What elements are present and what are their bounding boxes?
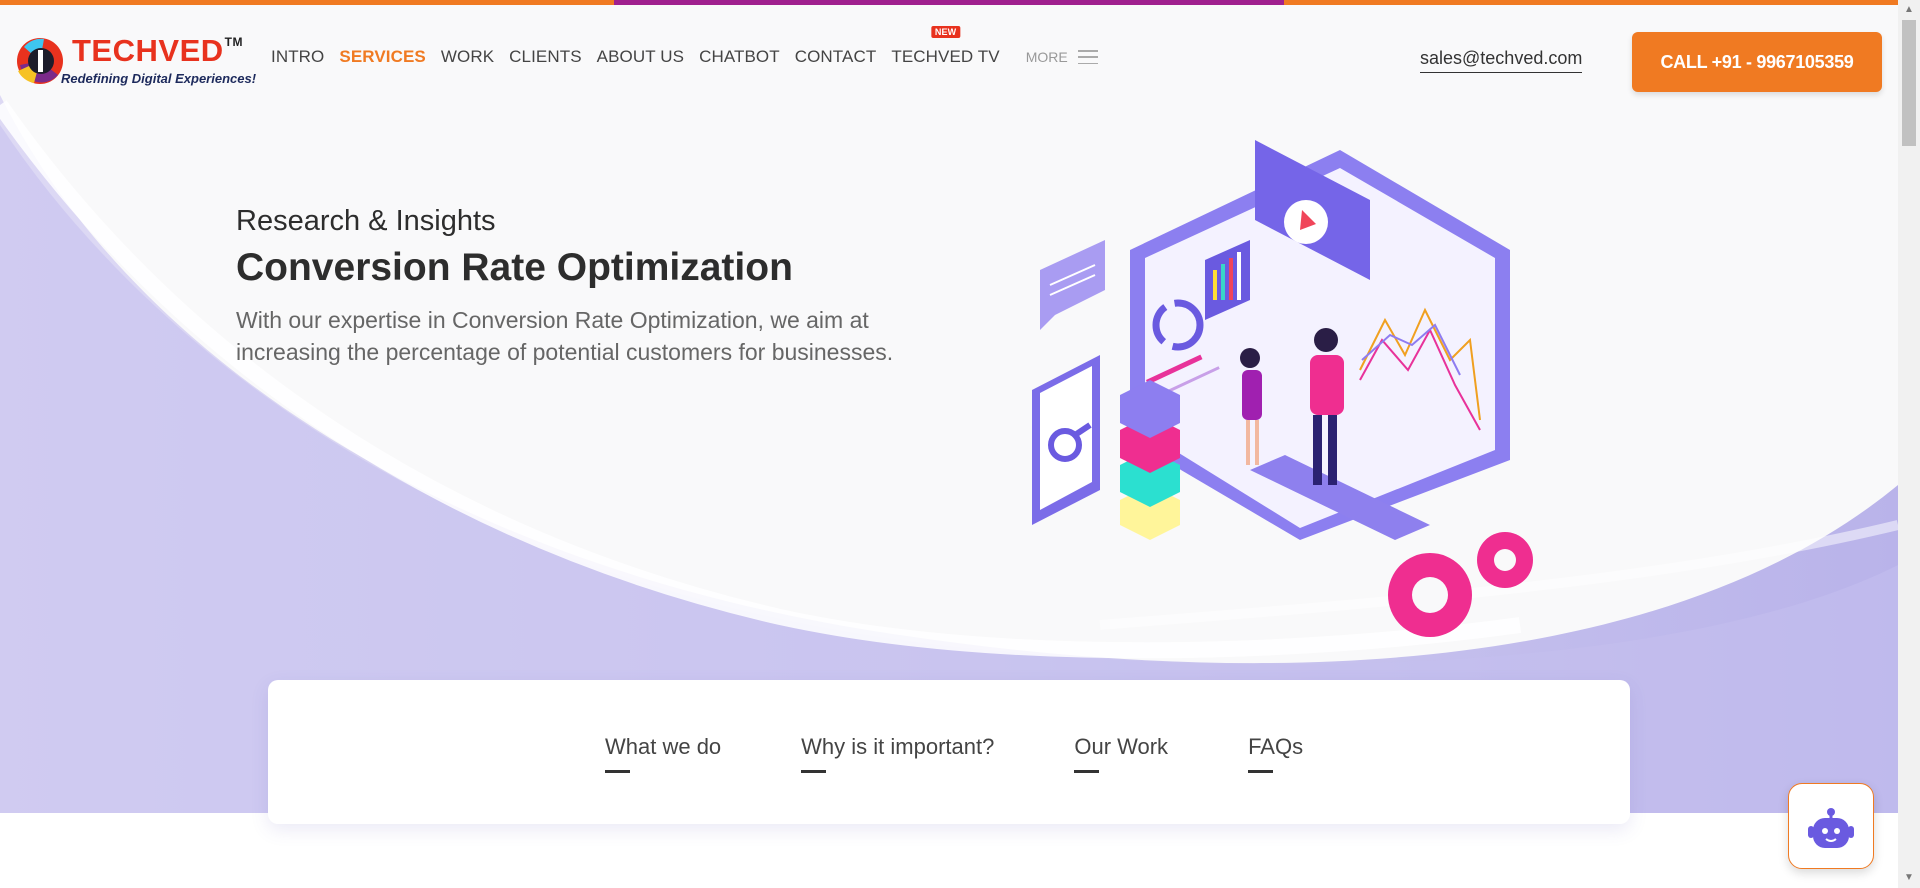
chatbot-icon — [1808, 808, 1854, 848]
scrollbar-thumb[interactable] — [1902, 20, 1916, 146]
menu-item-label: CONTACT — [794, 47, 877, 66]
cro-illustration — [1032, 140, 1533, 637]
menu-item-label: SERVICES — [339, 47, 426, 66]
hero-description: With our expertise in Conversion Rate Op… — [236, 307, 894, 365]
menu-item-services[interactable]: SERVICES — [339, 47, 425, 67]
tab-faqs[interactable]: FAQs — [1248, 734, 1303, 773]
new-badge: NEW — [930, 26, 961, 38]
more-menu-button[interactable]: MORE — [1026, 49, 1098, 65]
menu-item-about-us[interactable]: ABOUT US — [597, 47, 684, 67]
menu-item-intro[interactable]: INTRO — [271, 47, 324, 67]
site-header: TECHVEDTM Redefining Digital Experiences… — [0, 5, 1898, 105]
tab-why-is-it-important[interactable]: Why is it important? — [801, 734, 994, 773]
call-button[interactable]: CALL +91 - 9967105359 — [1632, 32, 1882, 92]
logo-brand-text: TECHVEDTM — [72, 33, 243, 68]
hero-text: Research & Insights Conversion Rate Opti… — [236, 205, 966, 368]
logo-tagline: Redefining Digital Experiences! — [61, 71, 257, 86]
main-menu: INTRO SERVICES WORK CLIENTS ABOUT US CHATBOT C… — [271, 26, 1098, 67]
hero-subtitle: Research & Insights — [236, 205, 496, 237]
more-label: MORE — [1025, 49, 1068, 65]
section-tabs: What we do Why is it important? Our Work FA… — [605, 734, 1383, 773]
menu-item-techved-tv[interactable]: TECHVED TV NEW — [891, 26, 1000, 67]
page-scrollbar[interactable]: ▲ ▼ — [1898, 0, 1920, 888]
menu-item-label: INTRO — [271, 47, 325, 66]
scroll-down-icon[interactable]: ▼ — [1898, 868, 1920, 888]
menu-item-contact[interactable]: CONTACT — [795, 47, 877, 67]
email-link[interactable]: sales@techved.com — [1420, 48, 1583, 73]
tab-what-we-do[interactable]: What we do — [605, 734, 721, 773]
tab-our-work[interactable]: Our Work — [1074, 734, 1168, 773]
section-tabs-card: What we do Why is it important? Our Work FA… — [268, 680, 1630, 824]
hamburger-icon — [1077, 50, 1098, 64]
menu-item-label: ABOUT US — [596, 47, 685, 66]
menu-item-clients[interactable]: CLIENTS — [509, 47, 582, 67]
techved-logo[interactable]: TECHVEDTM Redefining Digital Experiences… — [14, 31, 256, 91]
chatbot-launcher[interactable] — [1788, 783, 1874, 869]
menu-item-label: CHATBOT — [699, 47, 780, 66]
menu-item-chatbot[interactable]: CHATBOT — [699, 47, 780, 67]
hero-title: Conversion Rate Optimization — [236, 246, 793, 289]
logo-mark-icon — [17, 38, 63, 84]
menu-item-label: TECHVED TV — [891, 47, 1000, 66]
menu-item-work[interactable]: WORK — [441, 47, 494, 67]
menu-item-label: WORK — [440, 47, 495, 66]
menu-item-label: CLIENTS — [509, 47, 582, 66]
scroll-up-icon[interactable]: ▲ — [1898, 0, 1920, 20]
